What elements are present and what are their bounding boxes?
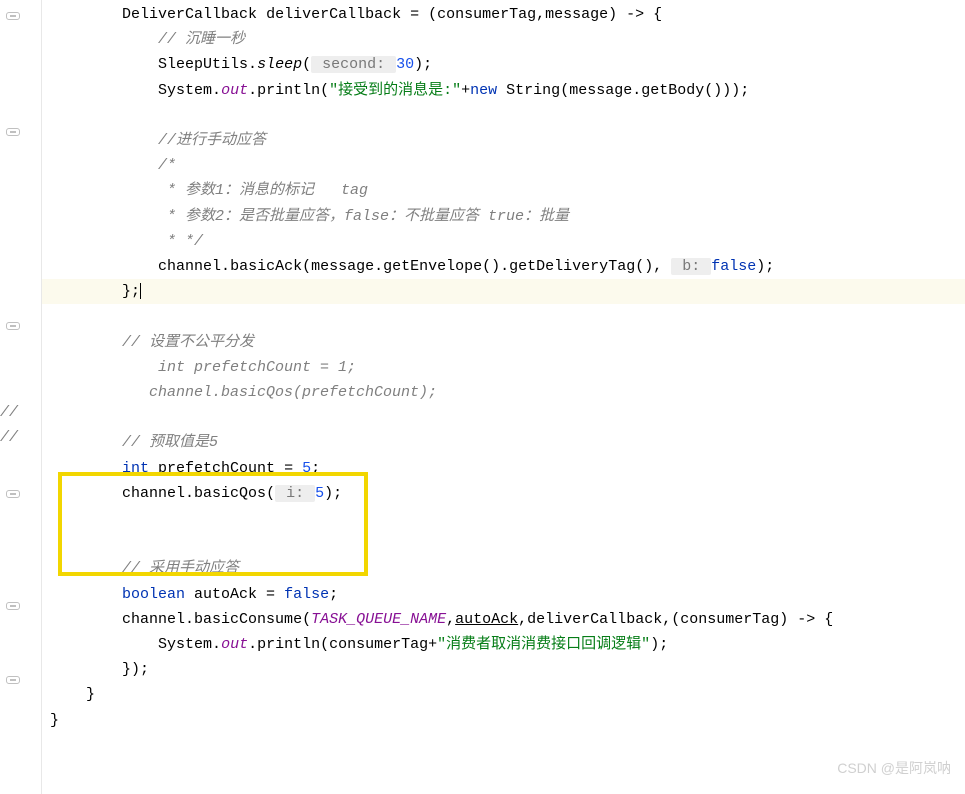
code-line: /* (42, 153, 965, 178)
code-line: //进行手动应答 (42, 128, 965, 153)
fold-marker[interactable] (6, 322, 20, 330)
gutter-comment-marker: // (0, 429, 18, 446)
code-line: channel.basicAck(message.getEnvelope().g… (42, 254, 965, 279)
code-line: DeliverCallback deliverCallback = (consu… (42, 2, 965, 27)
code-line-current: }; (42, 279, 965, 304)
gutter: // // (0, 0, 42, 794)
code-line (42, 405, 965, 430)
code-line: channel.basicQos(prefetchCount); (42, 380, 965, 405)
code-line: channel.basicConsume(TASK_QUEUE_NAME,aut… (42, 607, 965, 632)
code-line: int prefetchCount = 1; (42, 355, 965, 380)
code-line (42, 103, 965, 128)
code-line: * 参数1：消息的标记 tag (42, 178, 965, 203)
code-line: boolean autoAck = false; (42, 582, 965, 607)
code-line: int prefetchCount = 5; (42, 456, 965, 481)
gutter-comment-marker: // (0, 404, 18, 421)
fold-marker[interactable] (6, 602, 20, 610)
code-line: System.out.println("接受到的消息是:"+new String… (42, 78, 965, 103)
code-line: System.out.println(consumerTag+"消费者取消消费接… (42, 632, 965, 657)
watermark: CSDN @是阿岚呐 (837, 758, 951, 778)
code-line: // 预取值是5 (42, 430, 965, 455)
code-line: * */ (42, 229, 965, 254)
code-line (42, 531, 965, 556)
fold-marker[interactable] (6, 128, 20, 136)
parameter-hint: second: (311, 56, 396, 73)
code-line: // 沉睡一秒 (42, 27, 965, 52)
code-editor: // // DeliverCallback deliverCallback = … (0, 0, 965, 794)
fold-marker[interactable] (6, 12, 20, 20)
code-line: * 参数2：是否批量应答，false：不批量应答 true：批量 (42, 204, 965, 229)
code-line: }); (42, 657, 965, 682)
code-line: // 采用手动应答 (42, 556, 965, 581)
text-cursor (140, 283, 141, 299)
fold-marker[interactable] (6, 676, 20, 684)
code-line: } (42, 682, 965, 707)
code-line: } (42, 708, 965, 733)
code-content[interactable]: DeliverCallback deliverCallback = (consu… (42, 0, 965, 794)
code-line (42, 304, 965, 329)
code-line: // 设置不公平分发 (42, 330, 965, 355)
code-line: channel.basicQos( i: 5); (42, 481, 965, 506)
code-line (42, 506, 965, 531)
fold-marker[interactable] (6, 490, 20, 498)
parameter-hint: i: (275, 485, 315, 502)
parameter-hint: b: (671, 258, 711, 275)
code-line: SleepUtils.sleep( second: 30); (42, 52, 965, 77)
